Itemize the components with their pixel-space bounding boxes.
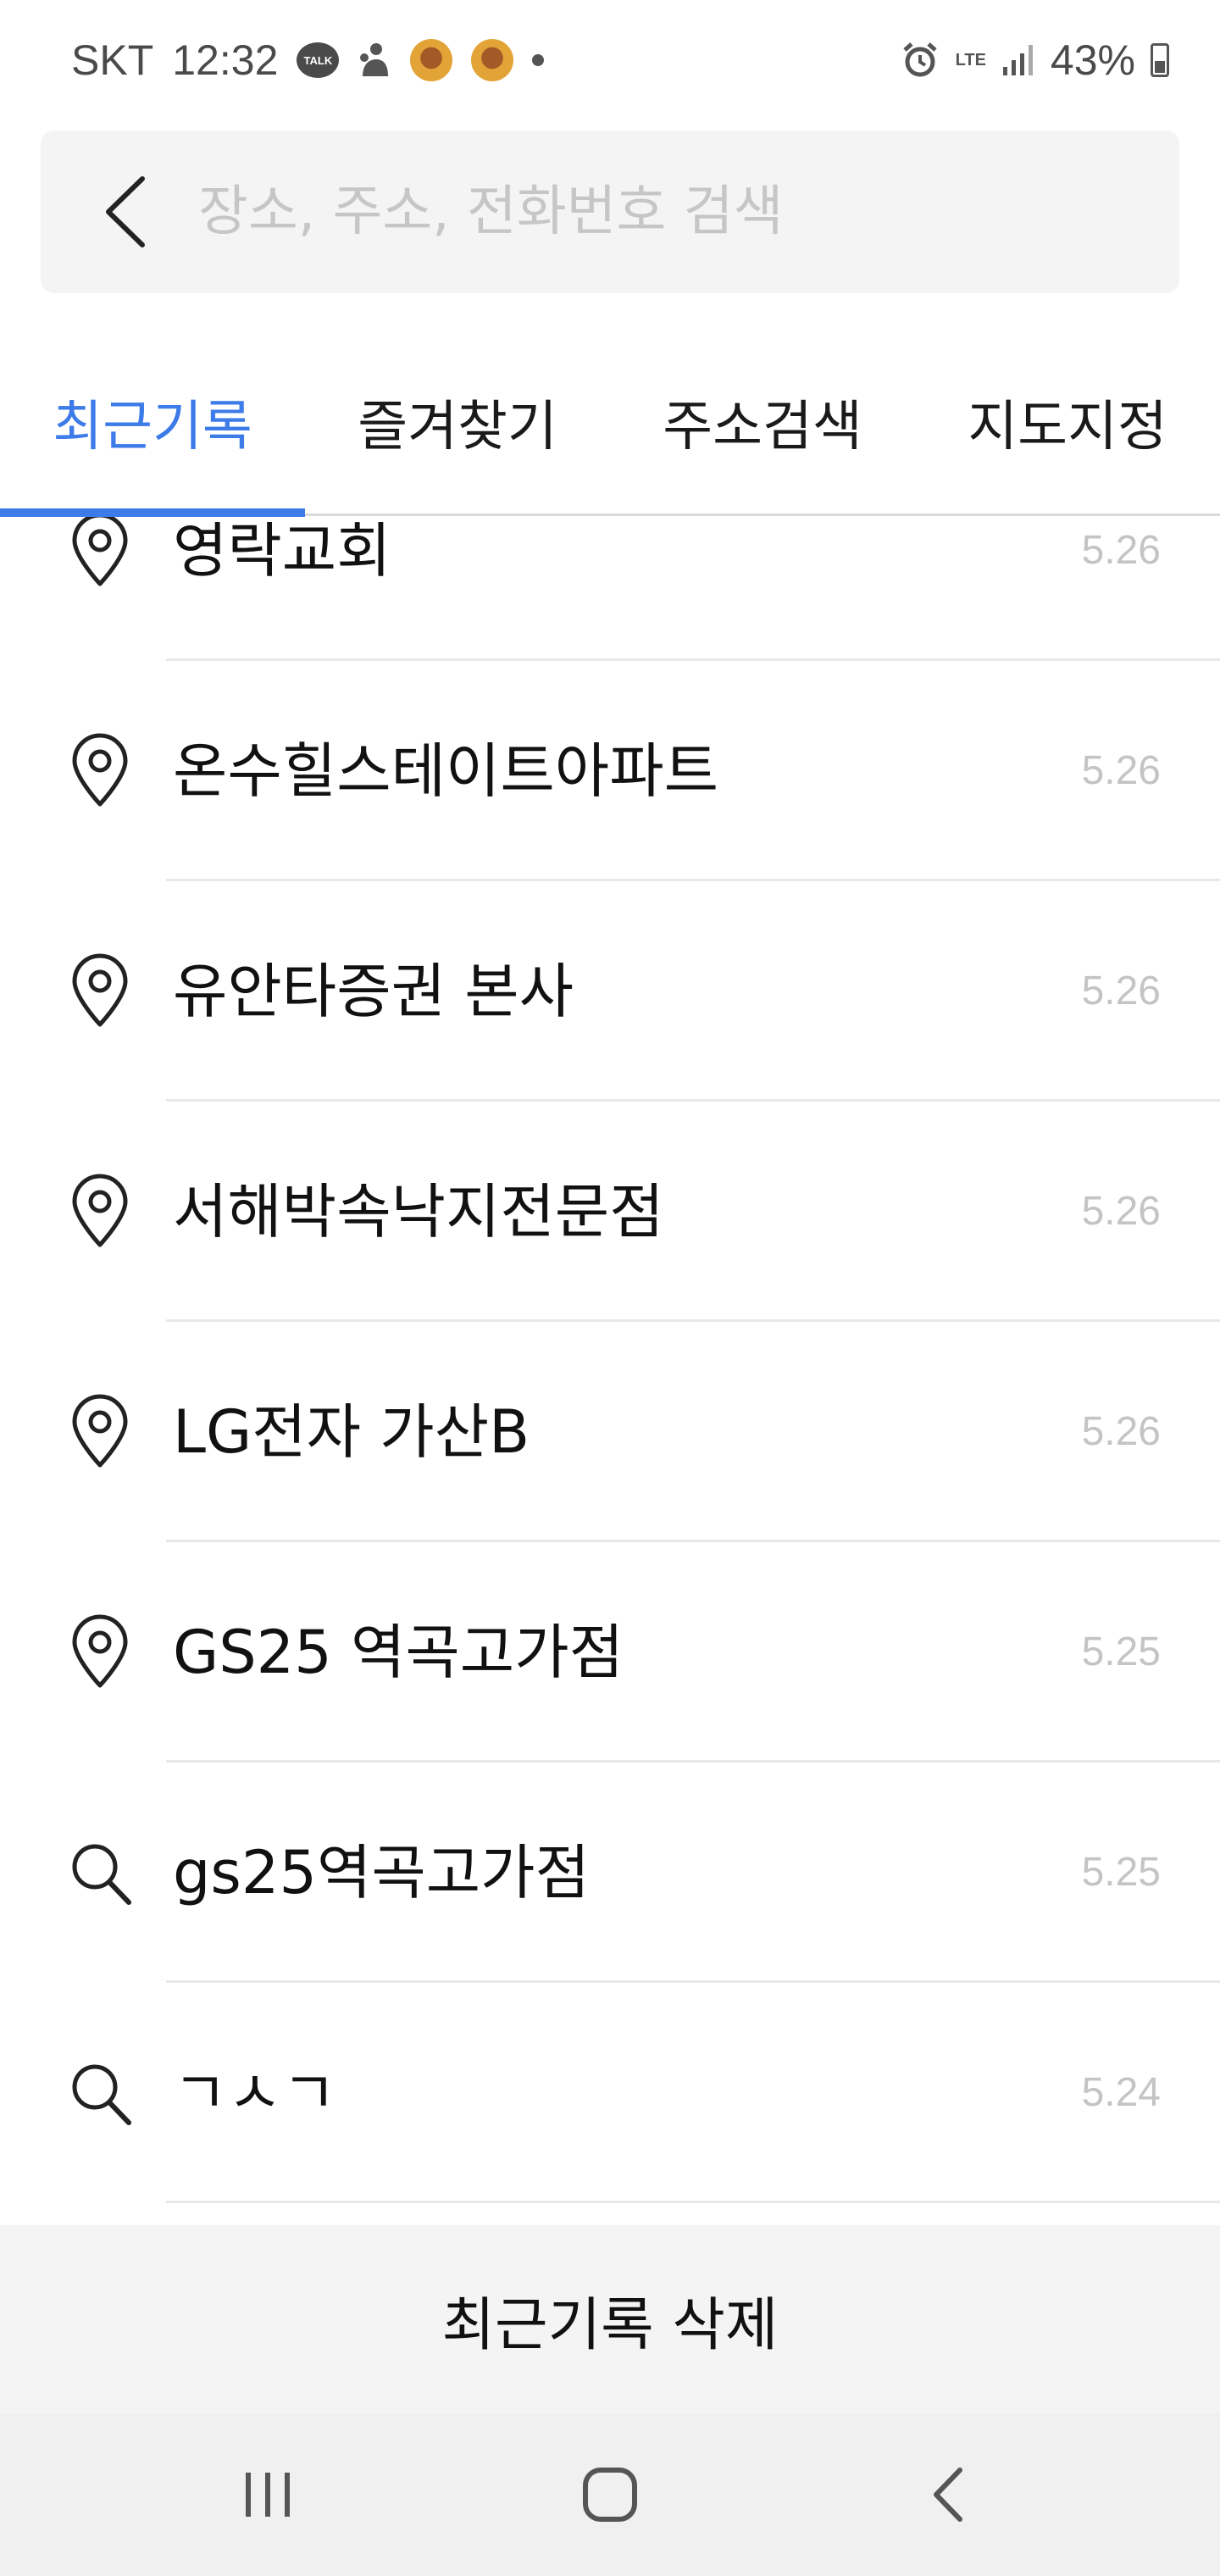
pin-icon xyxy=(72,517,128,586)
status-bar: SKT 12:32 TALK LTE 43% xyxy=(0,0,1220,119)
kakaotalk-icon: TALK xyxy=(297,42,340,78)
carrier-label: SKT xyxy=(71,36,154,84)
recent-apps-icon xyxy=(246,2473,290,2517)
history-date: 5.26 xyxy=(1081,969,1161,1013)
lte-icon: LTE xyxy=(956,52,986,69)
tab-bar: 최근기록 즐겨찾기 주소검색 지도지정 xyxy=(0,342,1220,515)
history-label: gs25역곡고가점 xyxy=(173,1838,590,1907)
divider xyxy=(166,2201,1220,2203)
status-left: SKT 12:32 TALK xyxy=(71,31,545,90)
list-item[interactable]: 서해박속낙지전문점 5.26 xyxy=(0,1102,1220,1322)
alarm-icon xyxy=(900,40,940,80)
list-item[interactable]: 온수힐스테이트아파트 5.26 xyxy=(0,661,1220,881)
battery-percent: 43% xyxy=(1050,36,1135,84)
list-item[interactable]: 유안타증권 본사 5.26 xyxy=(0,881,1220,1102)
history-label: 서해박속낙지전문점 xyxy=(173,1177,664,1246)
time-label: 12:32 xyxy=(172,36,279,84)
pin-icon xyxy=(72,733,128,807)
pin-icon xyxy=(72,1614,128,1688)
history-label: 영락교회 xyxy=(173,517,391,586)
list-item[interactable]: gs25역곡고가점 5.25 xyxy=(0,1763,1220,1983)
dot-icon xyxy=(532,54,545,66)
notification-icon xyxy=(358,41,391,80)
navigation-bar xyxy=(0,2413,1220,2576)
history-date: 5.26 xyxy=(1081,1189,1161,1234)
avatar-icon xyxy=(410,39,453,81)
history-date: 5.26 xyxy=(1081,1409,1161,1454)
back-arrow-icon xyxy=(934,2468,962,2522)
signal-icon xyxy=(1001,43,1035,77)
tab-favorites[interactable]: 즐겨찾기 xyxy=(305,342,610,515)
chevron-left-icon xyxy=(106,176,145,247)
history-date: 5.25 xyxy=(1081,1850,1161,1895)
history-label: 온수힐스테이트아파트 xyxy=(173,736,718,806)
battery-icon xyxy=(1151,43,1169,77)
home-button[interactable] xyxy=(551,2447,669,2542)
list-item[interactable]: GS25 역곡고가점 5.25 xyxy=(0,1542,1220,1763)
system-back-button[interactable] xyxy=(890,2447,1008,2542)
list-item[interactable]: LG전자 가산B 5.26 xyxy=(0,1322,1220,1542)
history-list: 영락교회 5.26 온수힐스테이트아파트 5.26 유안타증권 본사 5.26 … xyxy=(0,517,1220,2225)
search-icon xyxy=(72,2064,131,2125)
talk-icon-label: TALK xyxy=(303,53,333,67)
search-icon xyxy=(72,1844,131,1905)
tab-address-search[interactable]: 주소검색 xyxy=(610,342,915,515)
tab-map-select[interactable]: 지도지정 xyxy=(915,342,1220,515)
history-label: LG전자 가산B xyxy=(173,1397,530,1467)
history-date: 5.24 xyxy=(1081,2070,1161,2115)
home-icon xyxy=(583,2468,637,2522)
back-button[interactable] xyxy=(78,164,173,259)
history-date: 5.26 xyxy=(1081,528,1161,573)
list-item[interactable]: ㄱㅅㄱ 5.24 xyxy=(0,1983,1220,2203)
history-date: 5.25 xyxy=(1081,1629,1161,1674)
list-item[interactable]: 영락교회 5.26 xyxy=(0,517,1220,661)
pin-icon xyxy=(72,1394,128,1468)
search-input[interactable] xyxy=(198,164,1147,259)
history-label: GS25 역곡고가점 xyxy=(173,1618,624,1687)
recent-apps-button[interactable] xyxy=(208,2447,327,2542)
tab-recent[interactable]: 최근기록 xyxy=(0,342,305,515)
lte-label: LTE xyxy=(955,51,986,69)
pin-icon xyxy=(72,1174,128,1247)
history-label: 유안타증권 본사 xyxy=(173,957,574,1026)
status-right: LTE 43% xyxy=(900,31,1169,90)
history-date: 5.26 xyxy=(1081,748,1161,793)
delete-recent-button[interactable]: 최근기록 삭제 xyxy=(0,2225,1220,2413)
tab-indicator xyxy=(0,508,305,517)
search-bar xyxy=(41,130,1179,293)
pin-icon xyxy=(72,953,128,1027)
history-label: ㄱㅅㄱ xyxy=(173,2058,337,2128)
avatar-icon xyxy=(471,39,514,81)
